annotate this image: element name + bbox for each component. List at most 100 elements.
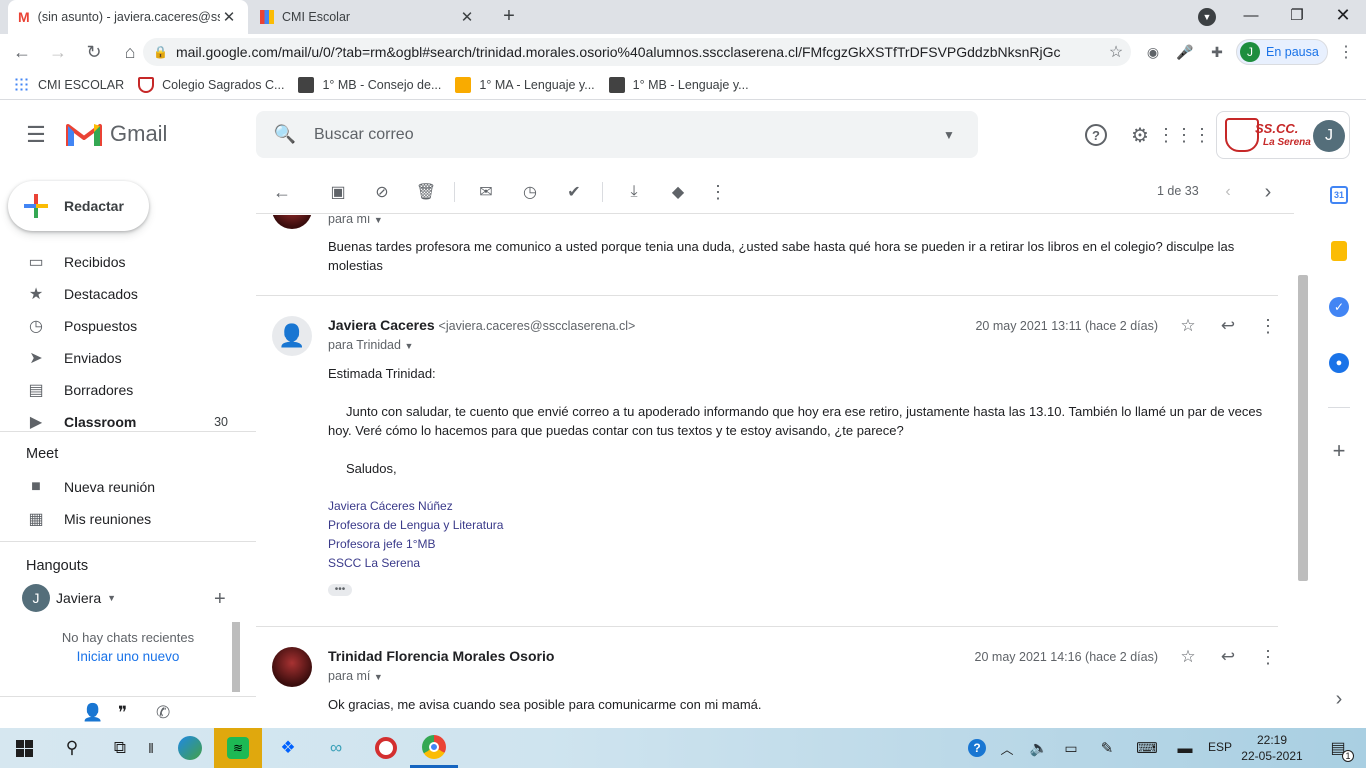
address-bar[interactable]: 🔒 mail.google.com/mail/u/0/?tab=rm&ogbl#… [143, 38, 1131, 66]
settings-gear-icon[interactable]: ⚙ [1125, 120, 1155, 150]
extensions-puzzle-icon[interactable]: ✚ [1205, 40, 1229, 64]
microphone-extension-icon[interactable]: 🎤 [1173, 40, 1197, 64]
windows-start-icon[interactable] [0, 728, 48, 768]
newer-chevron-left-icon[interactable]: ‹ [1214, 178, 1242, 206]
phone-icon[interactable]: ✆ [156, 703, 170, 723]
notifications-icon[interactable]: ▤ 1 [1316, 728, 1360, 768]
delete-trash-icon[interactable]: 🗑 [412, 178, 440, 206]
sidebar-item-inbox[interactable]: ▭ Recibidos [0, 246, 256, 278]
back-to-list-icon[interactable]: ← [268, 178, 296, 206]
system-clock[interactable]: 22:19 22-05-2021 [1240, 732, 1304, 764]
sidebar-item-snoozed[interactable]: ◷ Pospuestos [0, 310, 256, 342]
organization-account-box[interactable]: SS.CC. La Serena J [1216, 111, 1350, 159]
get-addons-plus-icon[interactable]: + [1326, 438, 1352, 464]
close-tab-icon[interactable]: ✕ [220, 8, 238, 26]
account-avatar[interactable]: J [1313, 120, 1345, 152]
hangouts-user[interactable]: J Javiera ▼ [22, 584, 116, 612]
gmail-logo[interactable]: Gmail [66, 120, 167, 148]
screen-recorder-icon[interactable] [362, 728, 410, 768]
profile-button[interactable]: J En pausa [1236, 39, 1328, 65]
search-options-icon[interactable]: ▼ [920, 128, 978, 142]
reload-icon[interactable]: ↻ [78, 36, 110, 68]
close-window-icon[interactable]: ✕ [1320, 0, 1366, 30]
more-options-icon[interactable]: ⋮ [704, 178, 732, 206]
sidebar-item-drafts[interactable]: ▤ Borradores [0, 374, 256, 406]
bookmark-star-icon[interactable]: ☆ [1101, 42, 1131, 62]
help-tray-icon[interactable]: ? [962, 728, 992, 768]
reply-icon[interactable]: ↩ [1214, 643, 1242, 671]
reply-icon[interactable]: ↩ [1214, 312, 1242, 340]
contacts-icon[interactable]: ● [1326, 350, 1352, 376]
compose-button[interactable]: Redactar [8, 181, 149, 231]
input-language[interactable]: ESP [1208, 740, 1232, 754]
close-tab-icon[interactable]: ✕ [458, 8, 476, 26]
search-icon[interactable]: ⚲ [48, 728, 96, 768]
thread-scrollbar[interactable] [1298, 275, 1308, 581]
bookmark-item[interactable]: 1° MA - Lenguaje y... [455, 76, 595, 93]
move-to-icon[interactable]: ⤓ [620, 178, 648, 206]
meet-new-meeting[interactable]: ■ Nueva reunión [0, 471, 256, 503]
help-icon[interactable]: ? [1081, 120, 1111, 150]
report-spam-icon[interactable]: ⊘ [368, 178, 396, 206]
sidebar-item-starred[interactable]: ★ Destacados [0, 278, 256, 310]
hangouts-scrollbar[interactable] [232, 622, 240, 692]
google-apps-icon[interactable]: ⋮⋮⋮ [1157, 120, 1211, 150]
new-tab-button[interactable]: + [496, 5, 522, 29]
spotify-icon[interactable]: ≋ [214, 728, 262, 768]
recipient-line[interactable]: para mí ▼ [328, 215, 383, 226]
pen-ink-icon[interactable]: ✎ [1092, 728, 1122, 768]
chrome-browser-icon[interactable] [410, 728, 458, 768]
dropbox-icon[interactable]: ❖ [264, 728, 312, 768]
sidebar-item-sent[interactable]: ➤ Enviados [0, 342, 256, 374]
search-icon[interactable]: 🔍 [256, 124, 314, 145]
contacts-person-icon[interactable]: 👤 [82, 703, 103, 723]
bookmark-item[interactable]: CMI ESCOLAR [14, 76, 124, 93]
restore-icon[interactable]: ❐ [1274, 0, 1320, 30]
tab-gmail[interactable]: M (sin asunto) - javiera.caceres@ssc ✕ [8, 0, 248, 34]
snooze-clock-icon[interactable]: ◷ [516, 178, 544, 206]
minimize-icon[interactable]: — [1228, 0, 1274, 30]
browser-menu-icon[interactable]: ⋮ [1334, 40, 1358, 64]
volume-icon[interactable]: 🔈 [1024, 728, 1054, 768]
main-menu-icon[interactable]: ☰ [22, 122, 50, 148]
back-icon[interactable]: ← [6, 36, 38, 68]
start-chat-link[interactable]: Iniciar uno nuevo [0, 649, 256, 664]
new-chat-plus-icon[interactable]: + [214, 588, 226, 611]
sender-name[interactable]: Trinidad Florencia Morales Osorio [328, 648, 554, 664]
mail-search-bar[interactable]: 🔍 Buscar correo ▼ [256, 111, 978, 158]
hangouts-quote-icon[interactable]: ❞ [118, 703, 127, 723]
more-options-icon[interactable]: ⋮ [1254, 643, 1282, 671]
meet-my-meetings[interactable]: ▦ Mis reuniones [0, 503, 256, 535]
star-icon[interactable]: ☆ [1174, 312, 1202, 340]
expand-panel-chevron-icon[interactable]: › [1326, 686, 1352, 712]
more-options-icon[interactable]: ⋮ [1254, 312, 1282, 340]
bookmark-item[interactable]: 1° MB - Lenguaje y... [608, 76, 749, 93]
infinity-app-icon[interactable]: ∞ [312, 728, 360, 768]
home-icon[interactable]: ⌂ [114, 36, 146, 68]
keyboard-icon[interactable]: ⌨ [1130, 728, 1164, 768]
tab-cmi-escolar[interactable]: CMI Escolar ✕ [250, 0, 486, 34]
archive-icon[interactable]: ▣ [324, 178, 352, 206]
recipient-line[interactable]: para mí ▼ [328, 669, 383, 683]
battery-icon[interactable]: ▭ [1056, 728, 1086, 768]
edge-browser-icon[interactable] [166, 728, 214, 768]
calendar-icon[interactable]: 31 [1326, 182, 1352, 208]
forward-icon[interactable]: → [42, 36, 74, 68]
network-icon[interactable]: ▬ [1170, 728, 1200, 768]
add-task-icon[interactable]: ✔ [560, 178, 588, 206]
mark-unread-icon[interactable]: ✉ [472, 178, 500, 206]
recipient-line[interactable]: para Trinidad ▼ [328, 338, 413, 352]
label-tag-icon[interactable]: ◆ [664, 178, 692, 206]
show-trimmed-content-button[interactable]: ••• [328, 584, 352, 596]
tasks-icon[interactable]: ✓ [1326, 294, 1352, 320]
keep-icon[interactable] [1326, 238, 1352, 264]
star-icon[interactable]: ☆ [1174, 643, 1202, 671]
bookmark-item[interactable]: 1° MB - Consejo de... [298, 76, 441, 93]
search-input[interactable]: Buscar correo [314, 126, 920, 144]
older-chevron-right-icon[interactable]: › [1254, 178, 1282, 206]
tab-search-icon[interactable]: ▼ [1198, 8, 1216, 26]
bookmark-item[interactable]: Colegio Sagrados C... [138, 76, 284, 93]
tray-chevron-up-icon[interactable]: ︿ [994, 728, 1020, 768]
whatsapp-extension-icon[interactable]: ◉ [1141, 40, 1165, 64]
sidebar-item-classroom[interactable]: ▶ Classroom 30 [0, 406, 256, 438]
